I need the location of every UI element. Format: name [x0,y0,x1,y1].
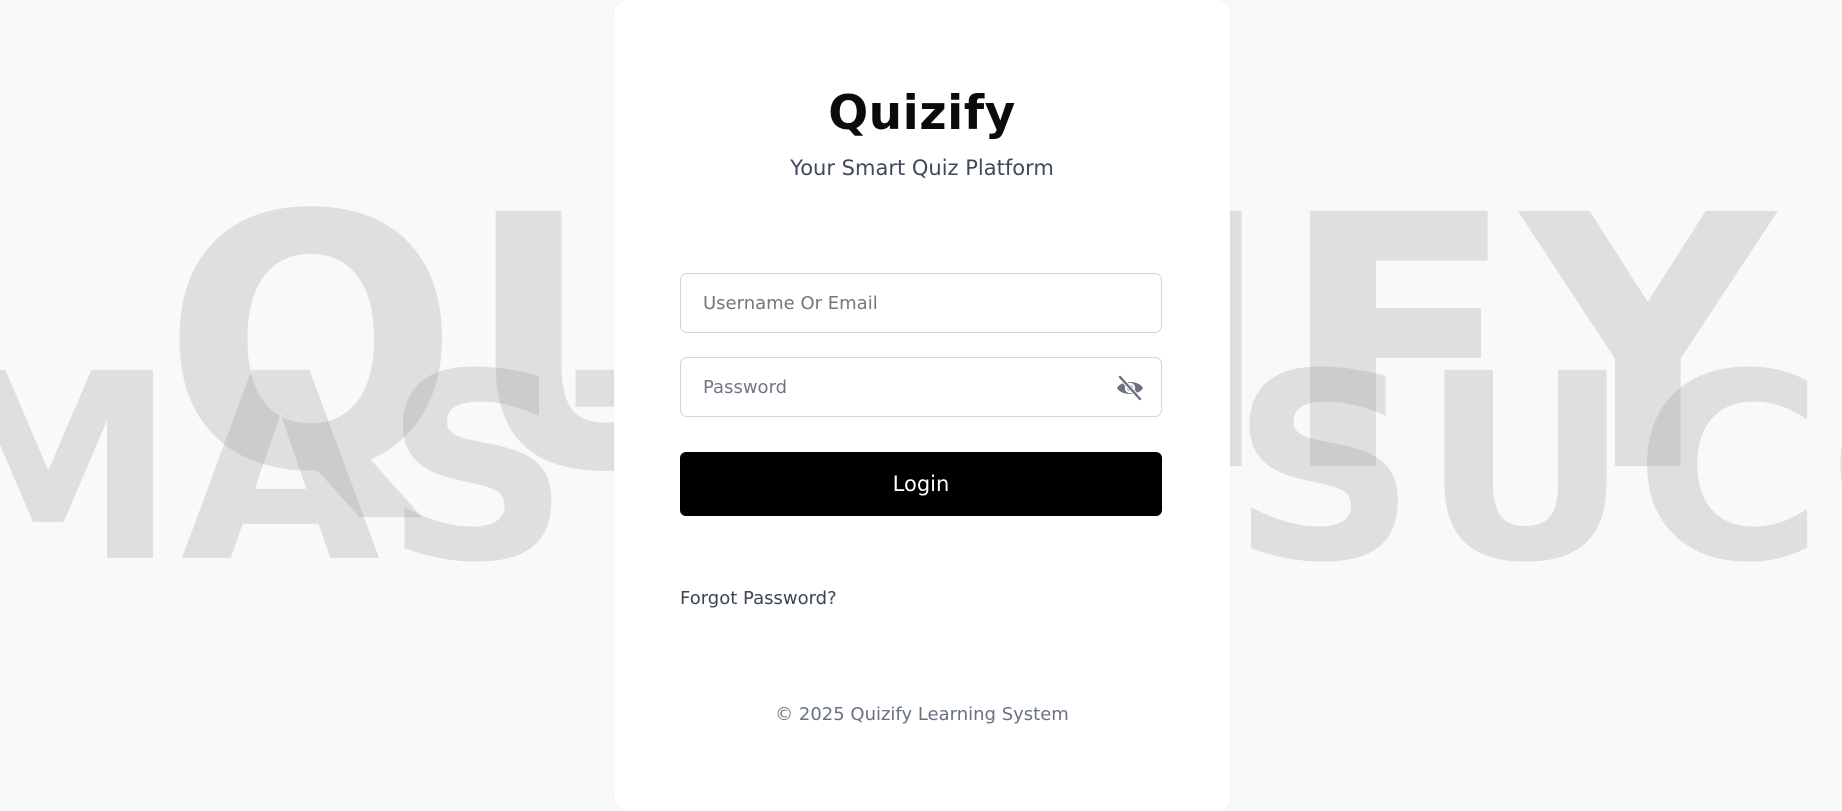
password-input[interactable] [681,358,1161,416]
login-card: Quizify Your Smart Quiz Platform Login F… [614,0,1230,811]
eye-slash-icon[interactable] [1115,374,1145,402]
username-field [680,273,1162,333]
brand-tagline: Your Smart Quiz Platform [790,156,1054,180]
password-field [680,357,1162,417]
login-button[interactable]: Login [680,452,1162,516]
username-input[interactable] [681,274,1161,332]
login-page: QUIZIFY MASTER SUCCESS P Quizify Your Sm… [0,0,1842,811]
forgot-password-link[interactable]: Forgot Password? [680,588,837,609]
brand-title: Quizify [828,86,1016,141]
footer-copyright: © 2025 Quizify Learning System [775,704,1069,725]
